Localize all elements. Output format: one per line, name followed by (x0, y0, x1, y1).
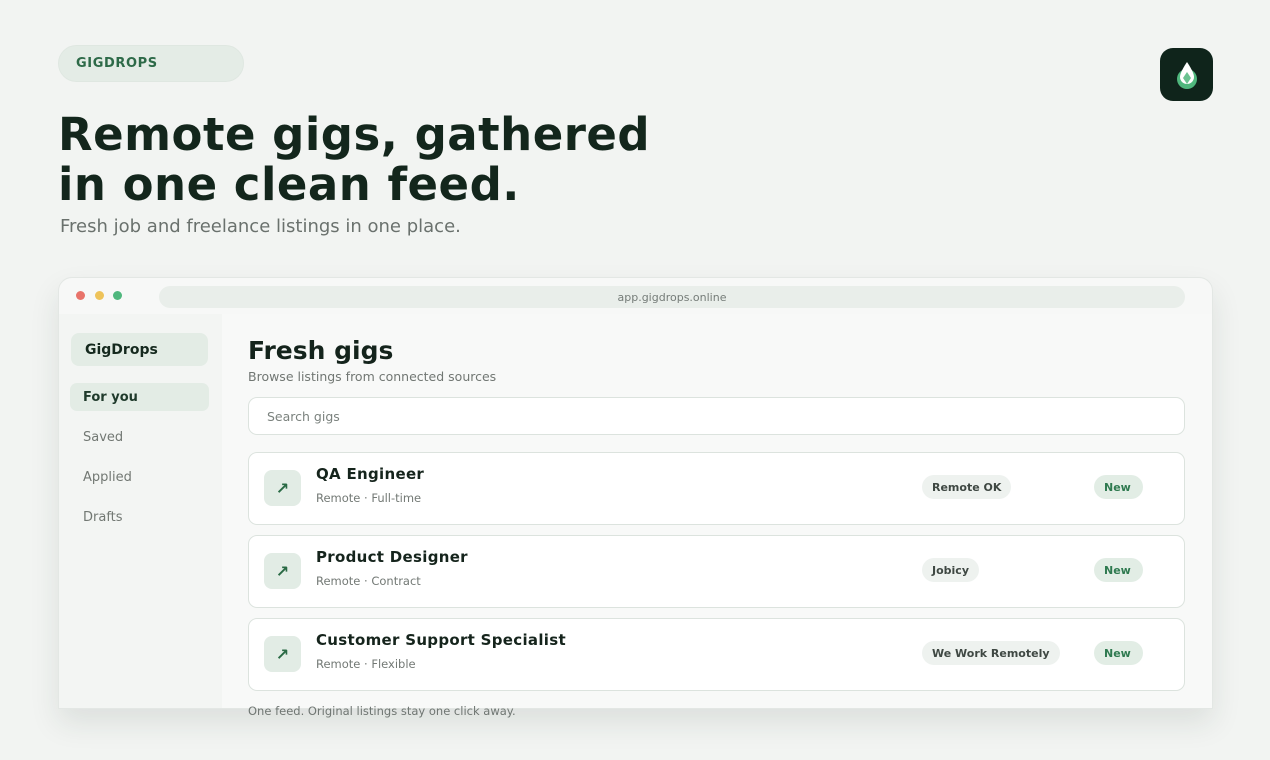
page-subtitle: Browse listings from connected sources (248, 369, 497, 384)
page-title: Fresh gigs (248, 336, 394, 365)
listing-card[interactable]: ↗ QA Engineer Remote · Full-time Remote … (248, 452, 1185, 525)
source-badge: We Work Remotely (922, 641, 1060, 665)
arrow-up-right-icon[interactable]: ↗ (264, 553, 301, 589)
footer-note: One feed. Original listings stay one cli… (248, 704, 516, 718)
hero-subtitle: Fresh job and freelance listings in one … (60, 216, 461, 237)
drop-icon (1176, 61, 1197, 89)
main-panel: Fresh gigs Browse listings from connecte… (222, 314, 1212, 708)
listing-meta: Remote · Flexible (316, 657, 416, 671)
listing-card[interactable]: ↗ Customer Support Specialist Remote · F… (248, 618, 1185, 691)
app-window: app.gigdrops.online GigDrops For you Sav… (58, 277, 1213, 709)
listing-meta: Remote · Full-time (316, 491, 422, 505)
sidebar-item-for-you[interactable]: For you (70, 383, 209, 411)
status-badge: New (1094, 558, 1143, 582)
brand-pill: GIGDROPS (58, 45, 244, 82)
sidebar: GigDrops For you Saved Applied Drafts (59, 314, 222, 708)
hero-title-line-2: in one clean feed. (58, 158, 520, 211)
arrow-up-right-icon[interactable]: ↗ (264, 636, 301, 672)
close-window-button[interactable] (76, 291, 85, 300)
hero-title-line-1: Remote gigs, gathered (58, 108, 651, 161)
source-badge: Jobicy (922, 558, 979, 582)
sidebar-item-saved[interactable]: Saved (70, 423, 209, 451)
app-logo-icon (1160, 48, 1213, 101)
search-input[interactable] (248, 397, 1185, 435)
sidebar-item-applied[interactable]: Applied (70, 463, 209, 491)
source-badge: Remote OK (922, 475, 1012, 499)
sidebar-item-drafts[interactable]: Drafts (70, 503, 209, 531)
arrow-up-right-icon[interactable]: ↗ (264, 470, 301, 506)
status-badge: New (1094, 475, 1143, 499)
minimize-window-button[interactable] (95, 291, 104, 300)
listing-meta: Remote · Contract (316, 574, 421, 588)
listing-title[interactable]: Product Designer (316, 548, 468, 566)
hero-title: Remote gigs, gathered in one clean feed. (58, 110, 698, 210)
listing-title[interactable]: Customer Support Specialist (316, 631, 566, 649)
browser-titlebar: app.gigdrops.online (59, 278, 1212, 314)
listing-card[interactable]: ↗ Product Designer Remote · Contract Job… (248, 535, 1185, 608)
address-bar[interactable]: app.gigdrops.online (159, 286, 1185, 308)
status-badge: New (1094, 641, 1143, 665)
maximize-window-button[interactable] (113, 291, 122, 300)
sidebar-brand: GigDrops (71, 333, 208, 366)
listing-title[interactable]: QA Engineer (316, 465, 424, 483)
